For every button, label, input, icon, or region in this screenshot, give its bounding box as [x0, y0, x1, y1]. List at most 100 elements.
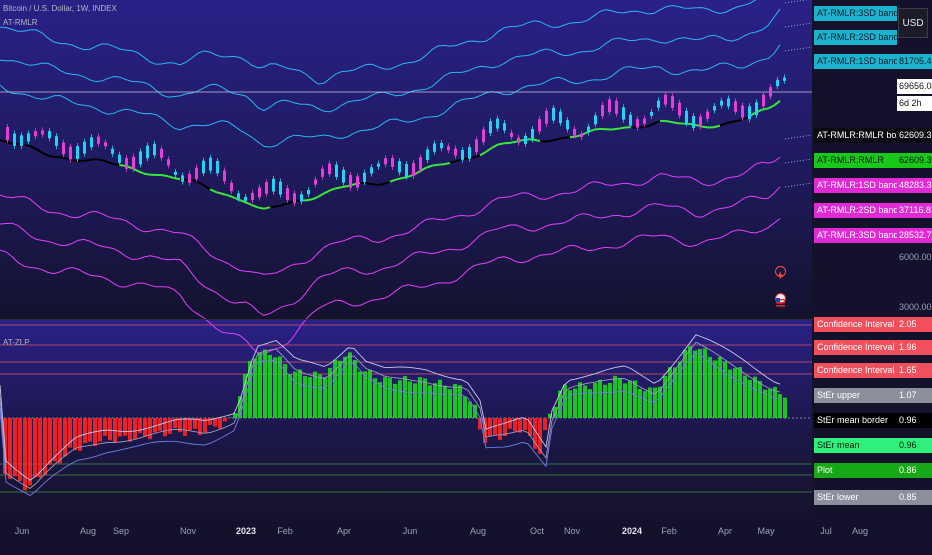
histogram-bar: [508, 418, 512, 429]
time-axis-label: Nov: [564, 526, 580, 536]
candle-body: [748, 106, 751, 119]
histogram-bar: [523, 418, 527, 430]
tradingview-chart-area[interactable]: [0, 0, 932, 550]
histogram-bar: [773, 387, 777, 418]
candle-body: [671, 96, 674, 108]
histogram-bar: [123, 418, 127, 436]
rmlr-line-segment: [24, 145, 30, 146]
indicator-label[interactable]: AT-RMLR: [3, 18, 38, 27]
us-flag-icon[interactable]: [775, 293, 786, 304]
histogram-bar: [263, 350, 267, 418]
histogram-bar: [753, 377, 757, 418]
histogram-bar: [73, 418, 77, 450]
rmlr-line-segment: [732, 121, 738, 122]
price-value: 81705.45: [897, 54, 932, 69]
candle-body: [335, 165, 338, 177]
histogram-bar: [78, 418, 82, 451]
time-axis-label: Jun: [403, 526, 418, 536]
histogram-bar: [463, 396, 467, 418]
histogram-bar: [408, 381, 412, 418]
price-value: 48283.36: [897, 178, 932, 193]
rmlr-line-segment: [306, 199, 312, 200]
histogram-bar: [783, 398, 787, 418]
candle-body: [461, 150, 464, 160]
candle-body: [741, 106, 744, 118]
time-axis-label: Oct: [530, 526, 544, 536]
lightning-icon[interactable]: [775, 266, 786, 277]
candle-body: [293, 193, 296, 203]
histogram-bar: [603, 385, 607, 418]
histogram-bar: [418, 377, 422, 418]
price-value: 62609.36: [897, 153, 932, 168]
price-value: 28532.76: [897, 228, 932, 243]
lower-indicator-label[interactable]: AT-ZLP: [3, 338, 30, 347]
histogram-bar: [368, 370, 372, 418]
oscillator-value: 1.65: [897, 363, 932, 378]
oscillator-value: 0.86: [897, 463, 932, 478]
candle-body: [167, 159, 170, 165]
histogram-bar: [593, 383, 597, 418]
rmlr-line-segment: [258, 207, 264, 208]
time-axis-label: Nov: [180, 526, 196, 536]
candle-body: [720, 101, 723, 106]
time-axis-label: Feb: [661, 526, 677, 536]
histogram-bar: [8, 418, 12, 479]
candle-body: [132, 157, 135, 169]
candle-body: [244, 197, 247, 201]
rmlr-line-segment: [762, 109, 768, 110]
oscillator-value: 0.96: [897, 413, 932, 428]
histogram-bar: [298, 369, 302, 418]
oscillator-label: Confidence Interval 90%: [814, 363, 897, 378]
candle-body: [188, 174, 191, 183]
price-value: 37116.81: [897, 203, 932, 218]
rmlr-line-segment: [540, 141, 546, 142]
candle-body: [678, 103, 681, 116]
histogram-bar: [628, 381, 632, 418]
candle-body: [398, 161, 401, 172]
candle-body: [181, 175, 184, 181]
candle-body: [482, 129, 485, 142]
histogram-bar: [498, 418, 502, 440]
rmlr-line-segment: [372, 184, 378, 185]
histogram-bar: [698, 349, 702, 418]
candle-body: [223, 171, 226, 182]
histogram-bar: [458, 385, 462, 418]
time-axis-label: 2023: [236, 526, 256, 536]
histogram-bar: [583, 385, 587, 418]
histogram-bar: [88, 418, 92, 442]
time-axis-label: Jun: [15, 526, 30, 536]
candle-body: [727, 98, 730, 106]
histogram-bar: [218, 418, 222, 429]
time-axis-label: Aug: [80, 526, 96, 536]
candle-body: [622, 107, 625, 119]
candle-body: [433, 143, 436, 151]
rmlr-line-segment: [564, 137, 570, 138]
time-axis-label: Aug: [470, 526, 486, 536]
symbol-title: Bitcoin / U.S. Dollar, 1W, INDEX: [3, 4, 117, 13]
histogram-bar: [378, 382, 382, 418]
histogram-bar: [403, 376, 407, 418]
currency-button[interactable]: USD: [898, 8, 928, 38]
time-axis-label: Jul: [820, 526, 832, 536]
rmlr-line-segment: [438, 164, 444, 165]
pane-separator[interactable]: [0, 319, 932, 320]
candle-body: [111, 149, 114, 154]
candle-body: [104, 142, 107, 146]
candle-body: [636, 119, 639, 127]
histogram-bar: [278, 356, 282, 418]
candle-body: [454, 149, 457, 156]
rmlr-line-segment: [144, 174, 150, 175]
rmlr-line-segment: [276, 205, 282, 206]
candle-body: [587, 127, 590, 133]
rmlr-line-segment: [546, 141, 552, 142]
histogram-bar: [643, 391, 647, 418]
candle-body: [664, 95, 667, 105]
histogram-bar: [398, 380, 402, 418]
histogram-bar: [608, 383, 612, 418]
price-tick: 3000.00: [897, 300, 932, 315]
candle-body: [447, 146, 450, 150]
chart-canvas[interactable]: [0, 0, 932, 550]
time-axis-label: Aug: [852, 526, 868, 536]
candle-body: [545, 111, 548, 124]
oscillator-label: Plot: [814, 463, 897, 478]
